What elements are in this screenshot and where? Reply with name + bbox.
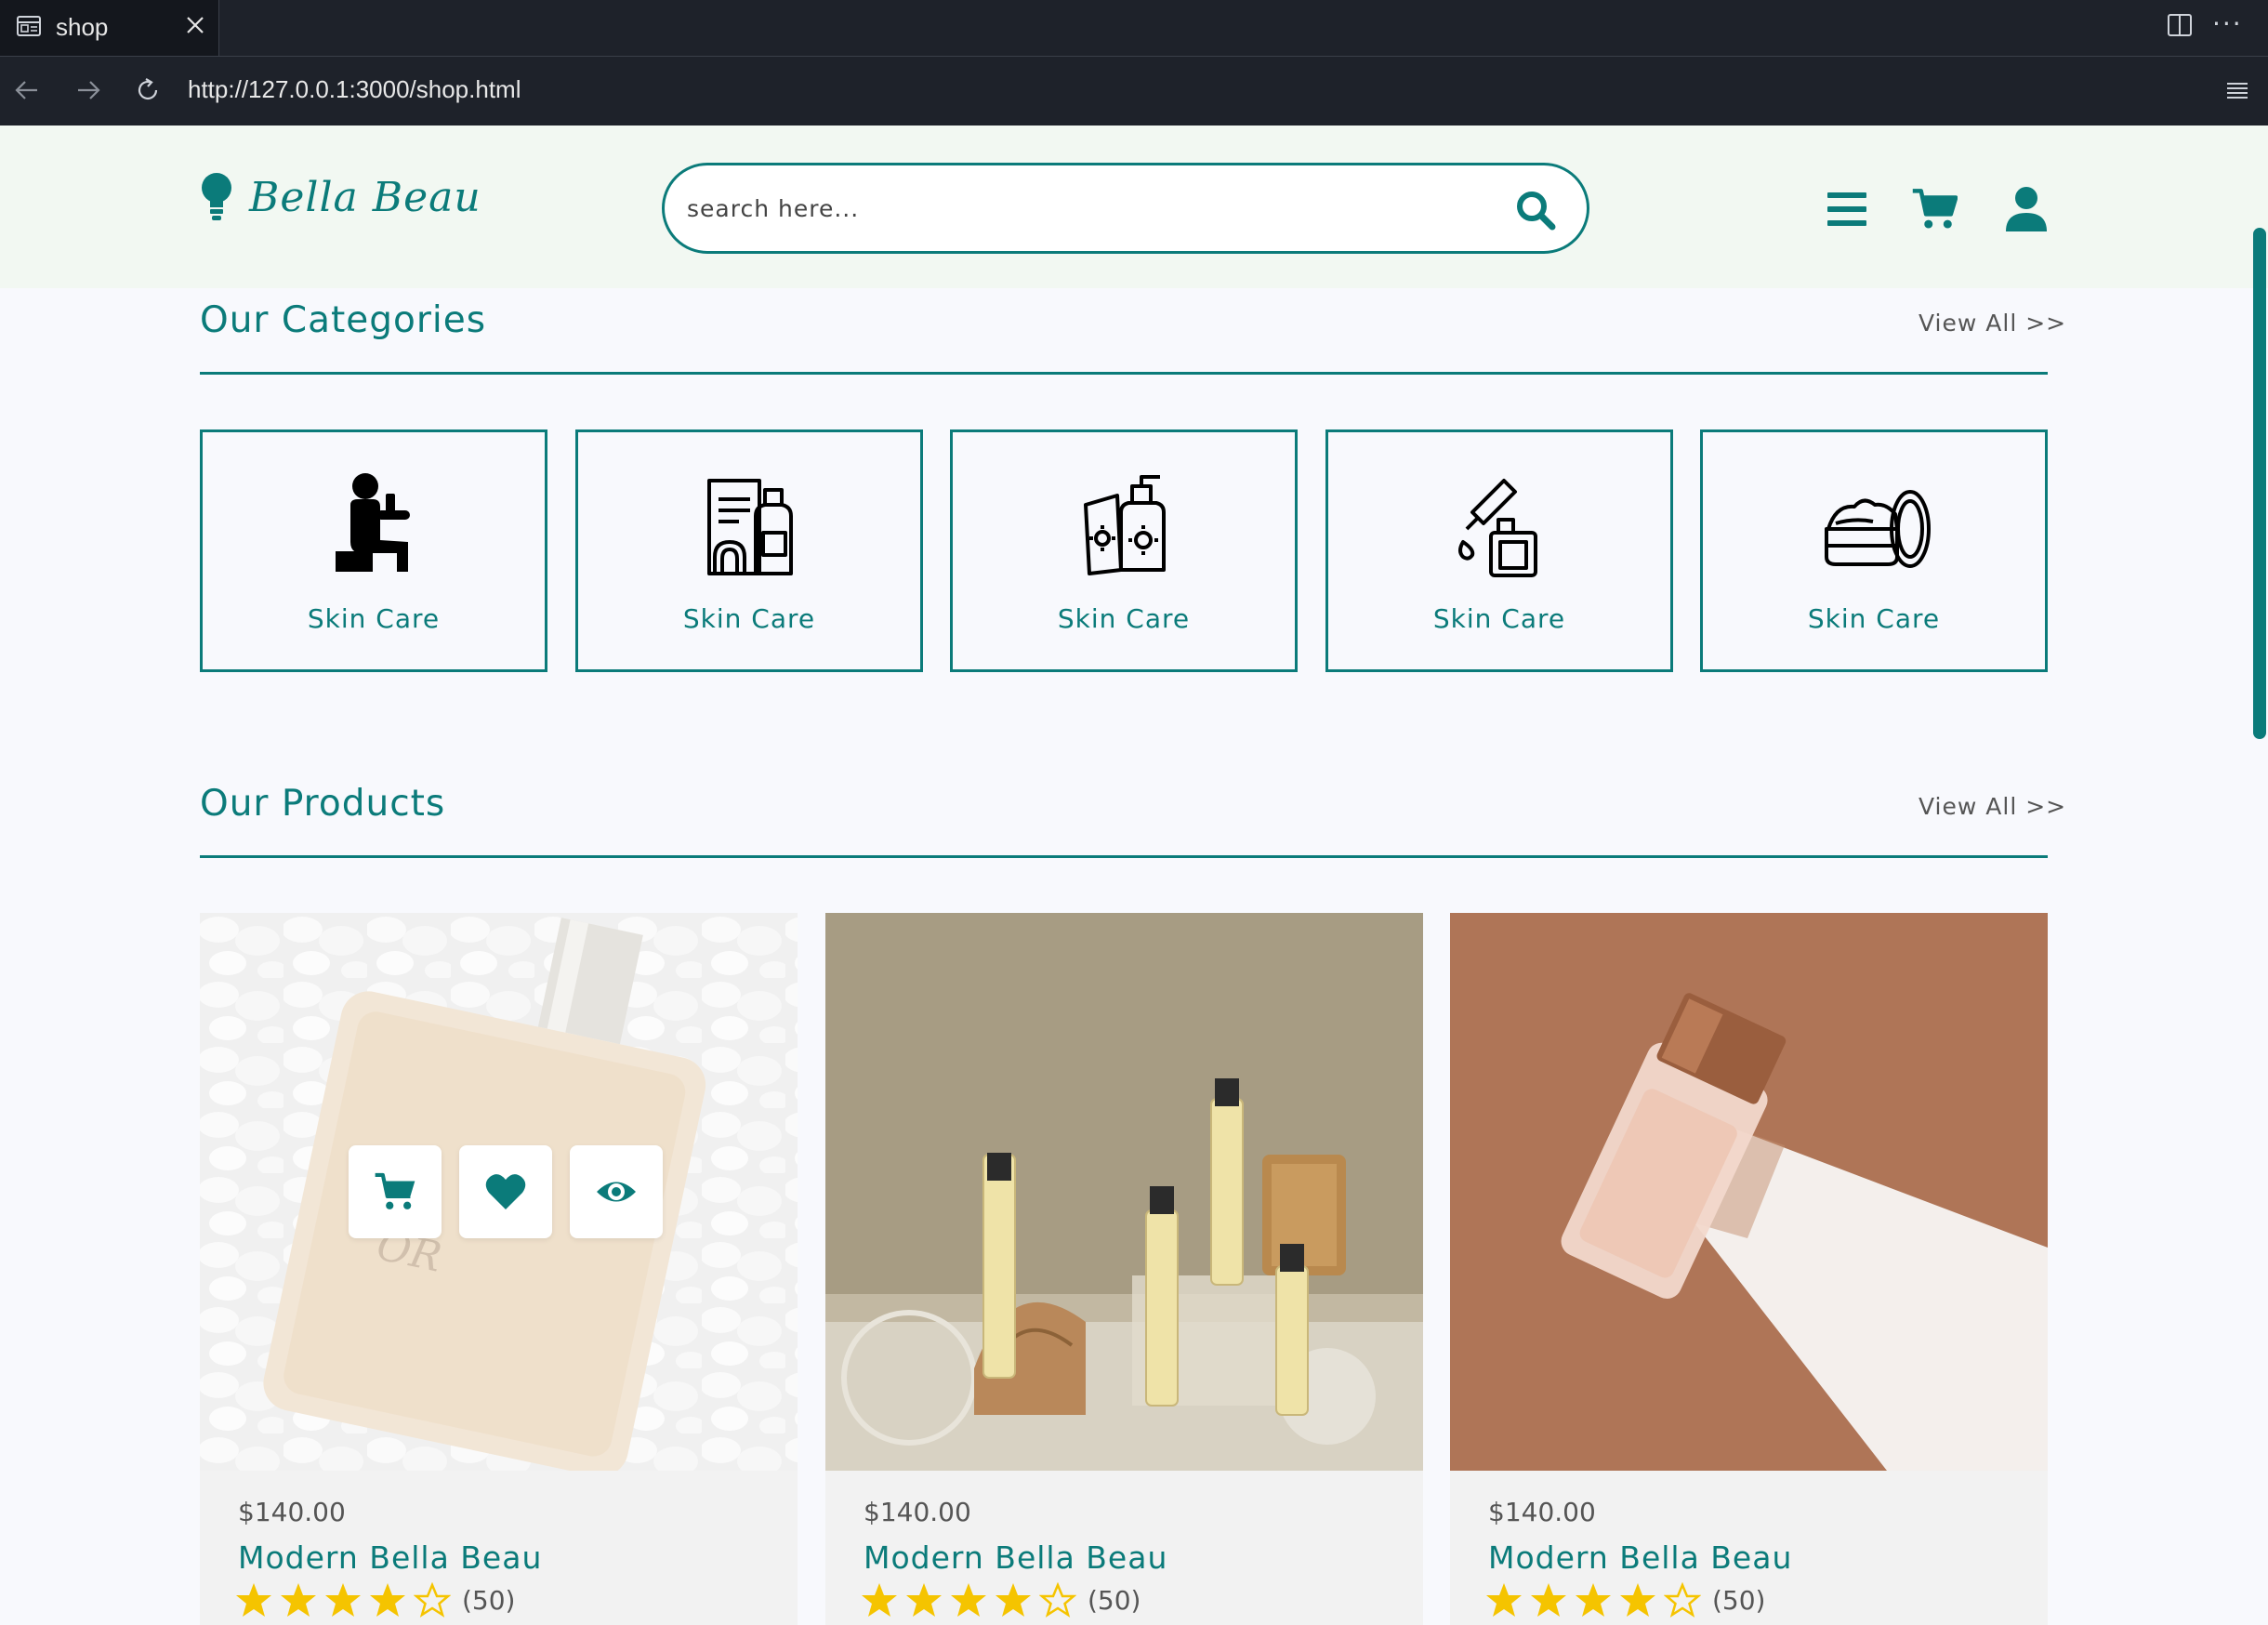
forward-arrow-icon[interactable] [73, 74, 104, 106]
categories-title: Our Categories [200, 299, 487, 341]
logo-text: Bella Beau [249, 173, 481, 221]
browser-tab-bar: shop ··· [0, 0, 2268, 56]
star-filled-icon [1531, 1583, 1566, 1617]
site-header: Bella Beau [0, 126, 2268, 288]
product-rating: (50) [861, 1582, 1141, 1618]
search-icon[interactable] [1514, 189, 1557, 231]
category-card[interactable]: Skin Care [950, 429, 1298, 672]
add-to-cart-button[interactable] [349, 1145, 442, 1238]
lightbulb-icon [202, 173, 231, 220]
category-label: Skin Care [682, 603, 816, 634]
quick-view-button[interactable] [570, 1145, 663, 1238]
review-count: (50) [462, 1584, 516, 1616]
category-label: Skin Care [307, 603, 441, 634]
url-field[interactable]: http://127.0.0.1:3000/shop.html [188, 75, 521, 104]
products-title: Our Products [200, 783, 446, 825]
star-empty-icon [414, 1582, 451, 1618]
category-card[interactable]: Skin Care [1700, 429, 2048, 672]
product-price: $140.00 [1488, 1497, 1596, 1527]
star-filled-icon [1576, 1583, 1611, 1617]
wishlist-button[interactable] [459, 1145, 552, 1238]
cream-jar-icon [1825, 490, 1931, 568]
person-applying-lotion-icon [336, 473, 410, 572]
product-card[interactable]: $140.00 Modern Bella Beau (50) [1450, 913, 2048, 1625]
search-box [662, 163, 1589, 254]
cart-icon[interactable] [1911, 185, 1958, 233]
browser-tab[interactable]: shop [0, 0, 219, 56]
category-label: Skin Care [1432, 603, 1566, 634]
star-filled-icon [370, 1583, 405, 1617]
products-view-all-link[interactable]: View All >> [1919, 793, 2066, 820]
product-name[interactable]: Modern Bella Beau [864, 1539, 1167, 1576]
hamburger-menu-icon[interactable] [2223, 77, 2251, 105]
star-filled-icon [236, 1583, 271, 1617]
product-rating: (50) [235, 1582, 515, 1618]
logo[interactable]: Bella Beau [199, 172, 481, 222]
product-name[interactable]: Modern Bella Beau [1488, 1539, 1792, 1576]
user-icon[interactable] [2003, 185, 2050, 233]
star-filled-icon [906, 1583, 942, 1617]
serum-dropper-icon [1458, 479, 1537, 577]
tab-title: shop [56, 13, 109, 41]
menu-bars-icon[interactable] [1824, 185, 1870, 233]
star-filled-icon [281, 1583, 316, 1617]
browser-address-bar: http://127.0.0.1:3000/shop.html [0, 56, 2268, 126]
star-filled-icon [951, 1583, 986, 1617]
product-card[interactable]: $140.00 Modern Bella Beau (50) [825, 913, 1423, 1625]
close-icon[interactable] [182, 12, 208, 38]
product-rating: (50) [1485, 1582, 1765, 1618]
star-filled-icon [325, 1583, 361, 1617]
back-arrow-icon[interactable] [11, 74, 43, 106]
more-actions-icon[interactable]: ··· [2212, 11, 2249, 37]
page-icon [17, 16, 41, 36]
reload-icon[interactable] [132, 74, 164, 106]
product-price: $140.00 [238, 1497, 346, 1527]
star-filled-icon [862, 1583, 897, 1617]
star-filled-icon [1620, 1583, 1655, 1617]
product-card[interactable]: OR $140.00 Modern Bella Beau (50) [200, 913, 798, 1625]
product-name[interactable]: Modern Bella Beau [238, 1539, 542, 1576]
star-filled-icon [996, 1583, 1031, 1617]
scrollbar-thumb[interactable] [2253, 228, 2266, 739]
eye-icon [597, 1182, 636, 1202]
review-count: (50) [1088, 1584, 1141, 1616]
categories-view-all-link[interactable]: View All >> [1919, 310, 2066, 337]
category-label: Skin Care [1057, 603, 1191, 634]
categories-divider [200, 372, 2048, 375]
split-editor-icon[interactable] [2166, 11, 2194, 39]
product-image[interactable]: OR [200, 913, 798, 1471]
category-card[interactable]: Skin Care [575, 429, 923, 672]
product-image[interactable] [825, 913, 1423, 1471]
products-divider [200, 855, 2048, 858]
review-count: (50) [1712, 1584, 1766, 1616]
cart-icon [375, 1172, 415, 1209]
star-empty-icon [1039, 1582, 1076, 1618]
category-label: Skin Care [1807, 603, 1941, 634]
category-card[interactable]: Skin Care [1325, 429, 1673, 672]
sunscreen-tube-icon [1084, 475, 1166, 575]
heart-icon [485, 1174, 526, 1209]
product-image[interactable] [1450, 913, 2048, 1471]
category-card[interactable]: Skin Care [200, 429, 547, 672]
star-empty-icon [1664, 1582, 1701, 1618]
product-quick-actions [349, 1145, 680, 1238]
star-filled-icon [1486, 1583, 1522, 1617]
product-price: $140.00 [864, 1497, 971, 1527]
shampoo-bottles-icon [707, 479, 793, 575]
search-input[interactable] [687, 188, 1486, 229]
